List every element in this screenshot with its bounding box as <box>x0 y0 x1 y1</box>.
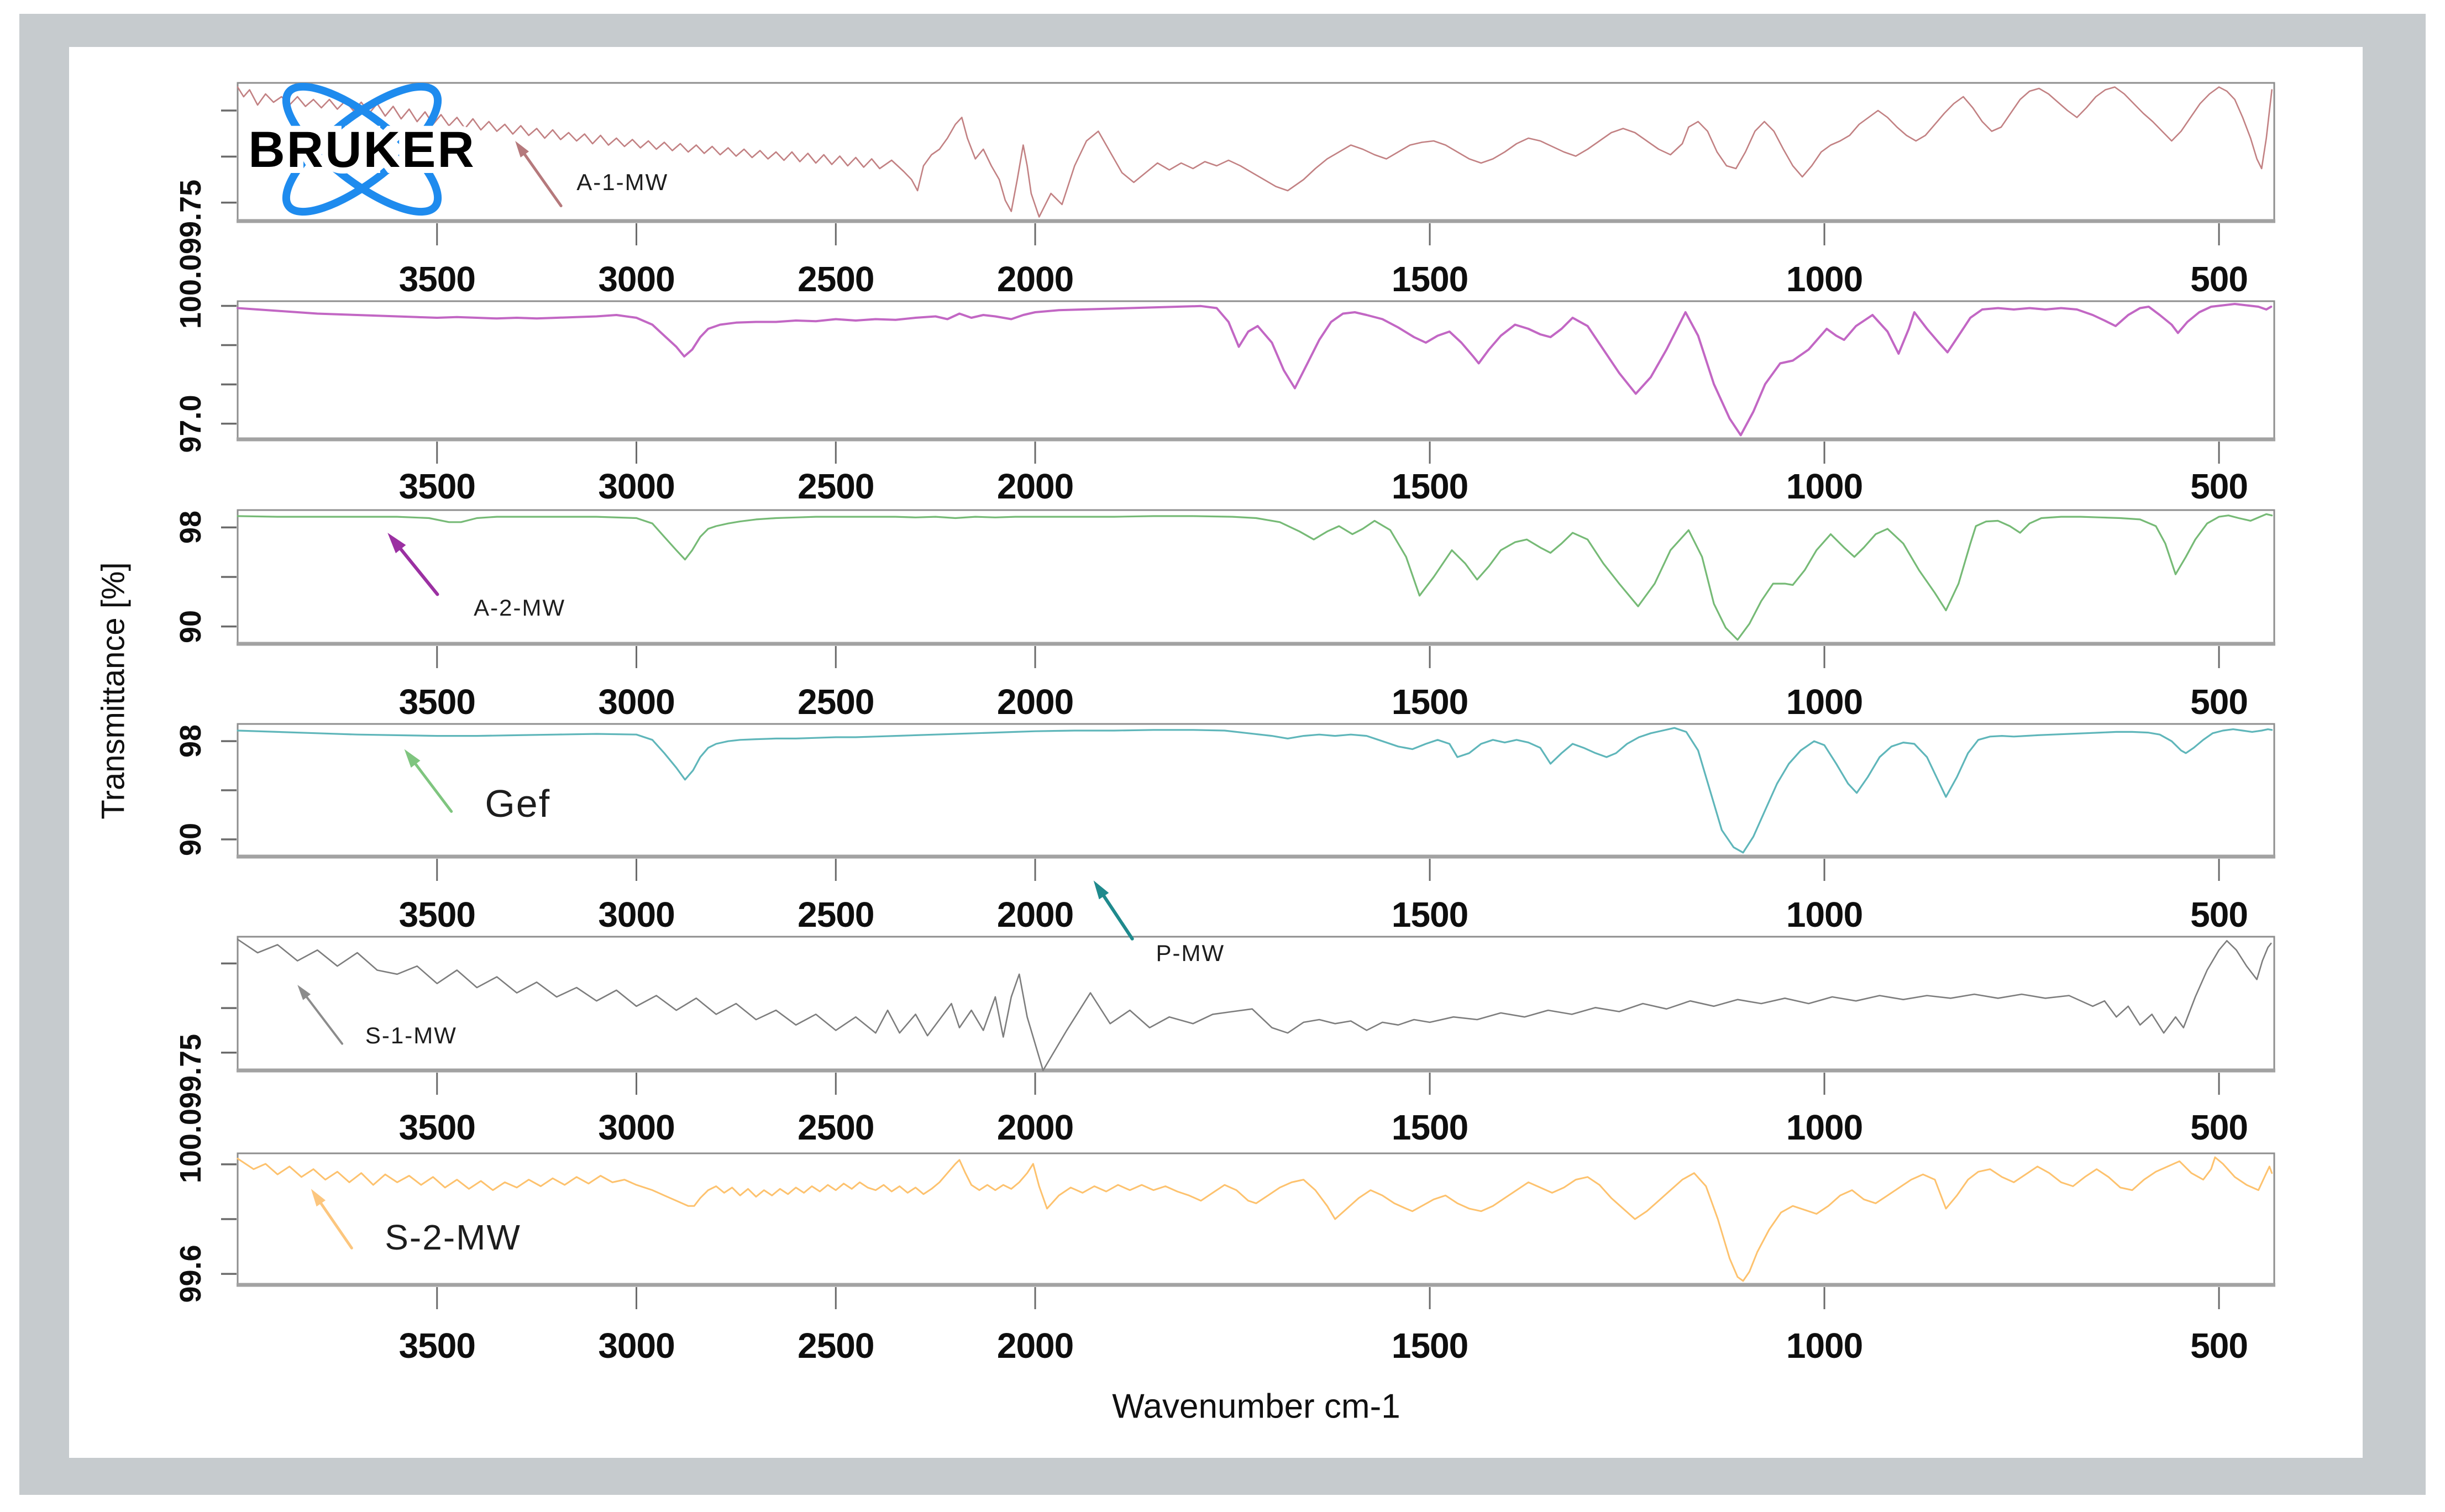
y-axis-title: Transmittance [%] <box>95 562 132 819</box>
panel-box-Gef <box>238 510 2274 644</box>
spectra-chart <box>0 0 2445 1512</box>
panel-box-S-2-MW <box>238 1153 2274 1285</box>
panel-box-P-MW <box>238 724 2274 857</box>
x-axis-title: Wavenumber cm-1 <box>1112 1387 1400 1426</box>
bruker-logo: BRUKER BRUKER <box>240 83 486 217</box>
panel-box-S-1-MW <box>238 937 2274 1070</box>
figure-root: BRUKER BRUKER 35003000250020001500100050… <box>0 0 2445 1512</box>
logo-text: BRUKER <box>248 122 476 178</box>
annotation-arrowhead-P-MW <box>1094 880 1109 899</box>
